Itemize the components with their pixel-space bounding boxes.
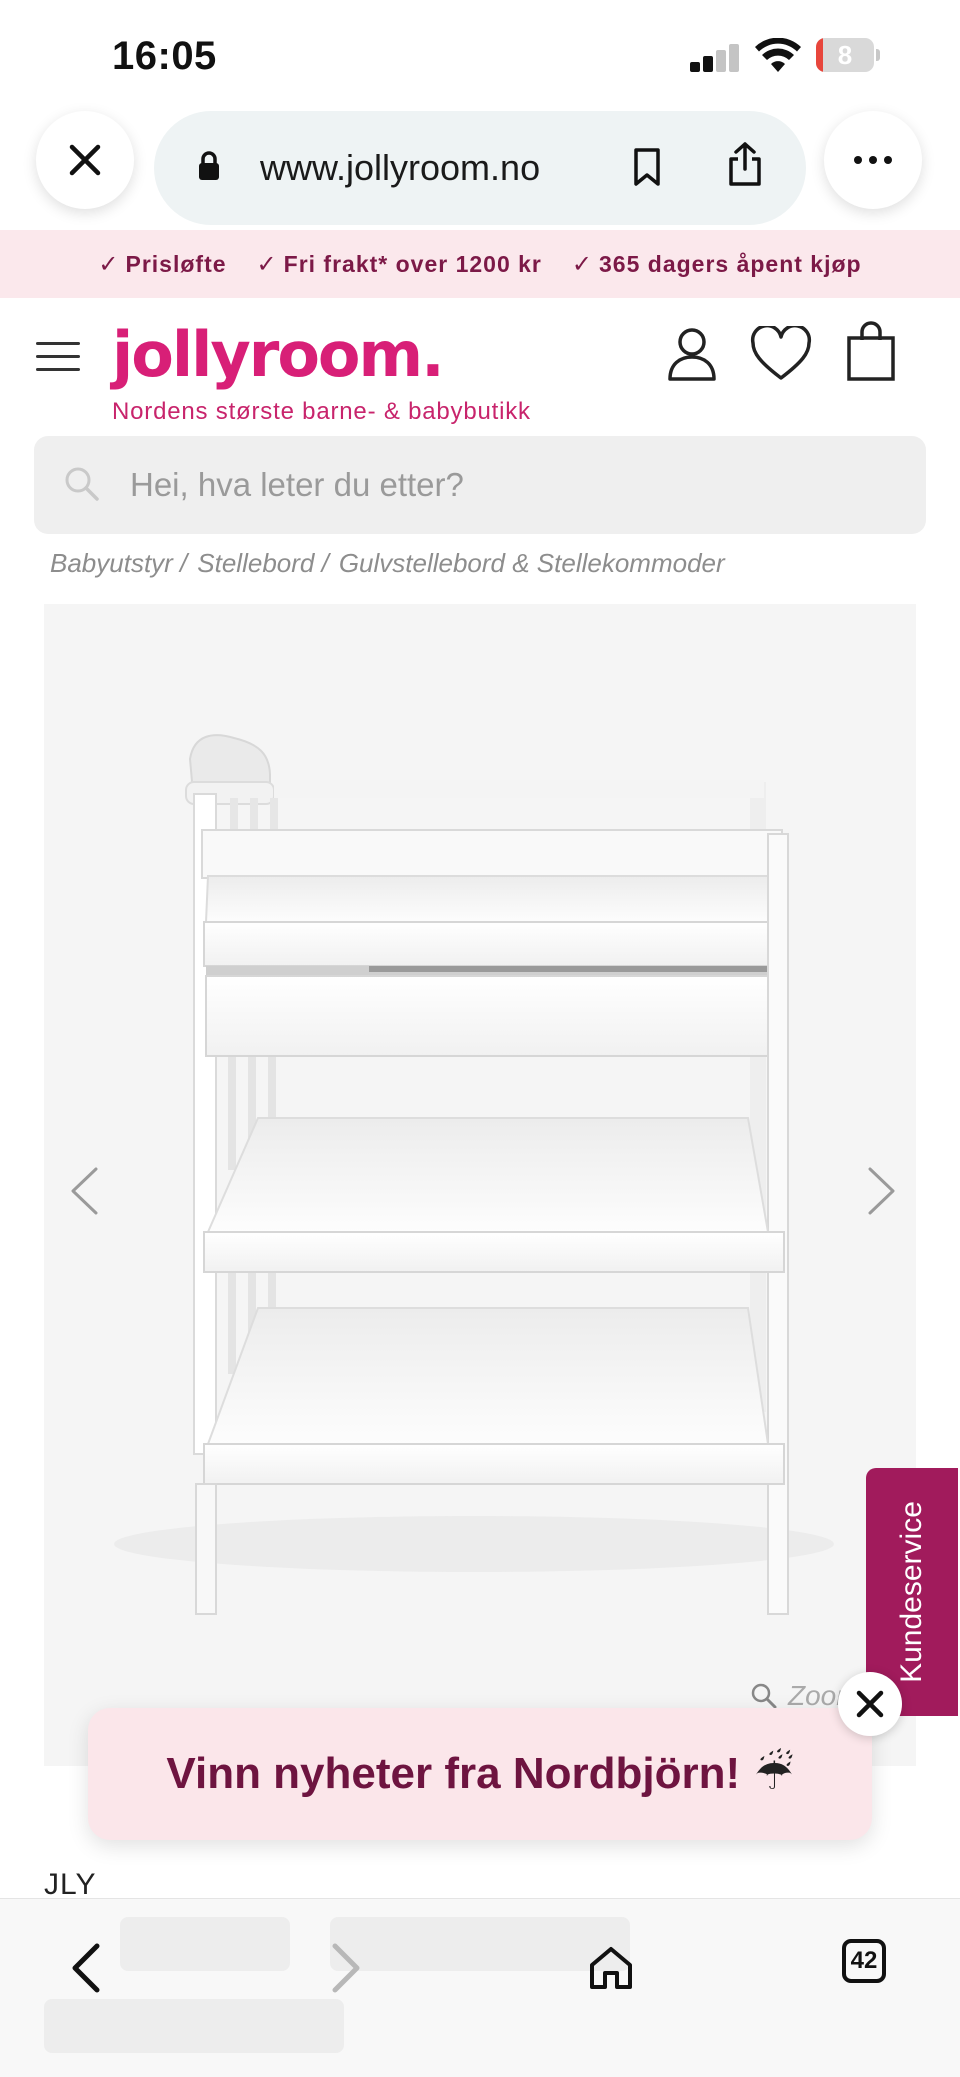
breadcrumb: Babyutstyr / Stellebord / Gulvstellebord… bbox=[50, 548, 725, 579]
lock-icon bbox=[199, 151, 219, 180]
tabs-button[interactable]: 42 bbox=[828, 1923, 918, 2013]
cart-bag-icon[interactable] bbox=[846, 320, 896, 382]
close-icon bbox=[69, 144, 101, 176]
check-icon: ✓ bbox=[98, 250, 120, 278]
search-icon bbox=[65, 467, 99, 501]
jollyroom-logo[interactable]: jollyroom. bbox=[112, 318, 445, 391]
promo-strip: ✓ Prisløfte ✓ Fri frakt* over 1200 kr ✓ … bbox=[0, 230, 960, 298]
bookmark-icon[interactable] bbox=[632, 147, 662, 187]
check-icon: ✓ bbox=[571, 250, 593, 278]
battery-indicator: 8 bbox=[816, 38, 880, 72]
product-brand: JLY bbox=[44, 1868, 97, 1901]
back-button[interactable] bbox=[40, 1923, 130, 2013]
search-box[interactable] bbox=[34, 436, 926, 534]
forward-arrow-icon bbox=[332, 1943, 360, 1993]
site-header: jollyroom. Nordens største barne- & baby… bbox=[0, 298, 960, 428]
status-time: 16:05 bbox=[112, 34, 217, 78]
back-arrow-icon bbox=[72, 1943, 100, 1993]
breadcrumb-item[interactable]: Babyutstyr / bbox=[50, 548, 187, 579]
wifi-icon bbox=[754, 37, 802, 74]
more-icon bbox=[854, 156, 892, 164]
home-icon bbox=[590, 1947, 632, 1989]
account-icon[interactable] bbox=[666, 326, 718, 382]
check-icon: ✓ bbox=[256, 250, 278, 278]
browser-bottom-toolbar: 42 bbox=[0, 1898, 960, 2077]
chevron-right-icon bbox=[868, 1167, 895, 1215]
forward-button[interactable] bbox=[302, 1923, 392, 2013]
battery-level: 8 bbox=[837, 40, 853, 70]
close-icon bbox=[856, 1690, 884, 1718]
close-popup-button[interactable] bbox=[838, 1672, 902, 1736]
product-image-changing-table[interactable] bbox=[44, 604, 916, 1766]
menu-icon[interactable] bbox=[36, 342, 80, 372]
zoom-search-icon bbox=[751, 1683, 777, 1709]
umbrella-emoji-icon: ☔ bbox=[754, 1749, 794, 1799]
home-button[interactable] bbox=[566, 1923, 656, 2013]
url-text[interactable]: www.jollyroom.no bbox=[260, 147, 540, 189]
browser-bar: www.jollyroom.no bbox=[0, 108, 960, 230]
status-bar: 16:05 8 bbox=[0, 0, 960, 108]
gallery-next-button[interactable] bbox=[852, 1156, 912, 1226]
more-options-button[interactable] bbox=[824, 111, 922, 209]
tagline: Nordens største barne- & babybutikk bbox=[112, 398, 531, 425]
promo-item: ✓ Prisløfte bbox=[98, 250, 227, 278]
customer-service-label: Kundeservice bbox=[895, 1501, 928, 1683]
promo-popup-text: Vinn nyheter fra Nordbjörn! bbox=[166, 1749, 741, 1798]
wishlist-heart-icon[interactable] bbox=[750, 326, 812, 382]
address-bar[interactable]: www.jollyroom.no bbox=[154, 111, 806, 225]
battery-icon: 8 bbox=[816, 38, 874, 72]
tabs-count: 42 bbox=[842, 1939, 886, 1983]
search-input[interactable] bbox=[130, 436, 890, 534]
product-gallery[interactable]: Zoom bbox=[44, 604, 916, 1766]
promo-item: ✓ 365 dagers åpent kjøp bbox=[571, 250, 862, 278]
share-icon[interactable] bbox=[726, 141, 764, 187]
breadcrumb-item[interactable]: Stellebord / bbox=[197, 548, 329, 579]
chevron-left-icon bbox=[71, 1167, 98, 1215]
promo-popup[interactable]: Vinn nyheter fra Nordbjörn! ☔ bbox=[88, 1708, 872, 1840]
promo-item: ✓ Fri frakt* over 1200 kr bbox=[256, 250, 542, 278]
breadcrumb-item[interactable]: Gulvstellebord & Stellekommoder bbox=[339, 548, 725, 579]
cellular-signal-icon bbox=[690, 42, 740, 72]
gallery-prev-button[interactable] bbox=[54, 1156, 114, 1226]
close-tab-button[interactable] bbox=[36, 111, 134, 209]
